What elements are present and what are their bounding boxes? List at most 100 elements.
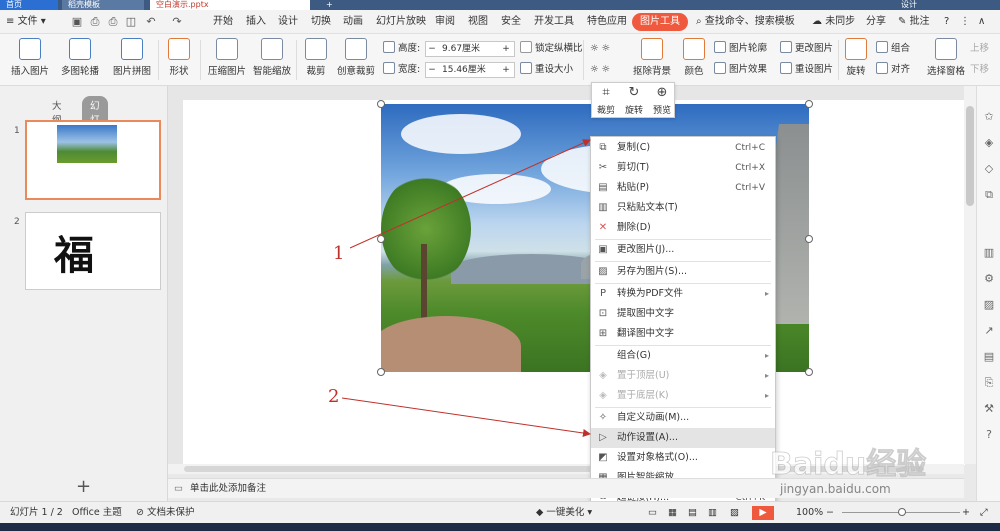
- copy-icon[interactable]: ⧉: [982, 188, 996, 202]
- zoom-out-button[interactable]: −: [826, 502, 834, 524]
- shape-icon[interactable]: ◇: [982, 162, 996, 176]
- shape-button[interactable]: 形状: [164, 36, 194, 77]
- group-button[interactable]: 组合: [876, 41, 910, 57]
- picture-effects-button[interactable]: 图片效果: [714, 62, 767, 78]
- menu-review[interactable]: 审阅: [435, 10, 455, 34]
- resize-handle[interactable]: [377, 235, 385, 243]
- height-increment[interactable]: +: [500, 42, 512, 56]
- height-decrement[interactable]: −: [426, 42, 438, 56]
- select-pane-button[interactable]: 选择窗格: [924, 36, 968, 77]
- menu-send-to-back[interactable]: ◈ 置于底层(K) ▸: [591, 386, 775, 406]
- menu-paste-text[interactable]: ▥ 只粘贴文本(T): [591, 198, 775, 218]
- lock-ratio-checkbox[interactable]: 锁定纵横比: [520, 41, 583, 57]
- smart-scale-button[interactable]: 智能缩放: [250, 36, 294, 77]
- save-icon[interactable]: ▣: [70, 15, 84, 29]
- menu-extract-text[interactable]: ⊡ 提取图中文字: [591, 304, 775, 324]
- resize-handle[interactable]: [377, 368, 385, 376]
- mini-rotate-button[interactable]: ↻ 旋转: [620, 85, 648, 116]
- height-value[interactable]: 9.67厘米: [438, 42, 500, 56]
- menu-delete[interactable]: ✕ 删除(D): [591, 218, 775, 238]
- layout-icon[interactable]: ▤: [982, 350, 996, 364]
- view-normal-icon[interactable]: ▭: [648, 502, 657, 524]
- redo-icon[interactable]: ↷: [170, 15, 184, 29]
- menu-slideshow[interactable]: 幻灯片放映: [376, 10, 426, 34]
- slide-thumbnail-1[interactable]: [25, 120, 161, 200]
- reset-size-button[interactable]: 重设大小: [520, 62, 573, 78]
- remove-background-button[interactable]: 抠除背景: [628, 36, 676, 77]
- width-value[interactable]: 15.46厘米: [438, 63, 500, 77]
- fit-window-icon[interactable]: ⤢: [980, 502, 988, 524]
- menu-translate-text[interactable]: ⊞ 翻译图中文字: [591, 324, 775, 344]
- menu-convert-pdf[interactable]: P 转换为PDF文件 ▸: [591, 284, 775, 304]
- settings-icon[interactable]: ⚙: [982, 272, 996, 286]
- move-up-button[interactable]: 上移: [970, 41, 989, 57]
- resize-handle[interactable]: [377, 100, 385, 108]
- compress-button[interactable]: 压缩图片: [206, 36, 248, 77]
- sync-status[interactable]: ☁ 未同步: [812, 10, 855, 34]
- zoom-level[interactable]: 100%: [796, 502, 823, 524]
- view-sorter-icon[interactable]: ▦: [668, 502, 677, 524]
- picture-outline-button[interactable]: 图片轮廓: [714, 41, 767, 57]
- view-reading-icon[interactable]: ▤: [688, 502, 697, 524]
- width-increment[interactable]: +: [500, 63, 512, 77]
- width-field[interactable]: −15.46厘米 +: [425, 62, 515, 78]
- menu-file[interactable]: ≡ 文件 ▾: [6, 10, 46, 34]
- add-slide-button[interactable]: +: [76, 476, 91, 497]
- tools-icon[interactable]: ⚒: [982, 402, 996, 416]
- slide-thumbnail-2[interactable]: 福: [25, 212, 161, 290]
- menu-start[interactable]: 开始: [213, 10, 233, 34]
- menu-view[interactable]: 视图: [468, 10, 488, 34]
- image-icon[interactable]: ▨: [982, 298, 996, 312]
- contrast-icon[interactable]: ☼ ☼: [590, 62, 610, 78]
- width-decrement[interactable]: −: [426, 63, 438, 77]
- view-outline-icon[interactable]: ▨: [730, 502, 739, 524]
- help-icon[interactable]: ?: [982, 428, 996, 442]
- tab-home[interactable]: 首页: [0, 0, 58, 10]
- menu-insert[interactable]: 插入: [246, 10, 266, 34]
- menu-copy[interactable]: ⧉ 复制(C) Ctrl+C: [591, 138, 775, 158]
- style-icon[interactable]: ◈: [982, 136, 996, 150]
- notes-placeholder[interactable]: 单击此处添加备注: [190, 479, 266, 499]
- play-slideshow-button[interactable]: ▶: [752, 506, 774, 520]
- resize-handle[interactable]: [805, 368, 813, 376]
- share-icon[interactable]: ↗: [982, 324, 996, 338]
- chart-icon[interactable]: ▥: [982, 246, 996, 260]
- star-icon[interactable]: ✩: [982, 110, 996, 124]
- menu-design[interactable]: 设计: [278, 10, 298, 34]
- resize-handle[interactable]: [805, 235, 813, 243]
- search-box[interactable]: ⌕ 查找命令、搜索模板: [696, 10, 795, 34]
- menu-cut[interactable]: ✂ 剪切(T) Ctrl+X: [591, 158, 775, 178]
- align-button[interactable]: 对齐: [876, 62, 910, 78]
- theme-name[interactable]: Office 主题: [72, 502, 122, 524]
- export-icon[interactable]: ⎘: [982, 376, 996, 390]
- collage-button[interactable]: 图片拼图: [108, 36, 156, 77]
- new-tab-button[interactable]: +: [320, 0, 340, 10]
- tab-document[interactable]: 空白演示.pptx: [150, 0, 310, 10]
- user-name[interactable]: 设计: [895, 0, 925, 10]
- menu-change-picture[interactable]: ▣ 更改图片(J)...: [591, 240, 775, 260]
- menu-features[interactable]: 特色应用: [587, 10, 627, 34]
- insert-picture-button[interactable]: 插入图片: [8, 36, 52, 77]
- rotate-button[interactable]: 旋转: [842, 36, 870, 77]
- undo-icon[interactable]: ↶: [144, 15, 158, 29]
- mini-preview-button[interactable]: ⊕ 预览: [650, 85, 674, 116]
- menu-custom-animation[interactable]: ✧ 自定义动画(M)...: [591, 408, 775, 428]
- scrollbar-thumb[interactable]: [966, 106, 974, 206]
- zoom-slider-thumb[interactable]: [898, 508, 906, 516]
- move-down-button[interactable]: 下移: [970, 62, 989, 78]
- protect-status[interactable]: ⊘ 文档未保护: [136, 502, 195, 524]
- crop-button[interactable]: 裁剪: [302, 36, 330, 77]
- height-field[interactable]: −9.67厘米 +: [425, 41, 515, 57]
- menu-action-settings[interactable]: ▷ 动作设置(A)...: [591, 428, 775, 448]
- brightness-up-icon[interactable]: ☼ ☼: [590, 41, 610, 57]
- beautify-button[interactable]: ◆ 一键美化 ▾: [536, 502, 592, 524]
- collapse-ribbon-icon[interactable]: ∧: [978, 10, 985, 34]
- menu-save-as-picture[interactable]: ▨ 另存为图片(S)...: [591, 262, 775, 282]
- view-notes-icon[interactable]: ▥: [708, 502, 717, 524]
- more-icon[interactable]: ⋮: [960, 10, 970, 34]
- menu-picture-tools[interactable]: 图片工具: [632, 13, 688, 31]
- menu-security[interactable]: 安全: [501, 10, 521, 34]
- reset-picture-button[interactable]: 重设图片: [780, 62, 833, 78]
- tab-template[interactable]: 稻壳模板: [62, 0, 144, 10]
- color-button[interactable]: 颜色: [680, 36, 708, 77]
